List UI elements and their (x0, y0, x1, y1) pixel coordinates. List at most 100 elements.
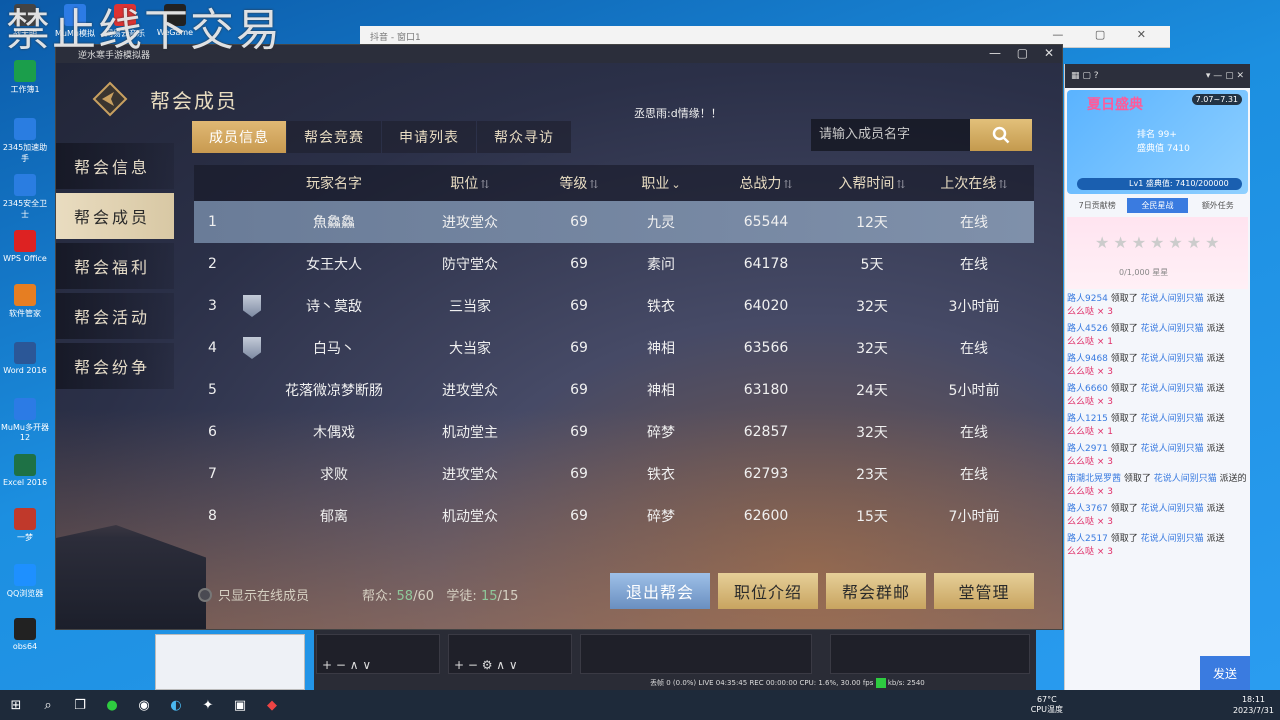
search-icon (992, 126, 1010, 144)
side-item-guild-activity[interactable]: 帮会活动 (56, 293, 174, 339)
minimize-icon[interactable]: — (989, 46, 1001, 60)
desktop-shortcut[interactable]: Word 2016 (0, 342, 50, 375)
position-intro-button[interactable]: 职位介绍 (718, 573, 818, 609)
star-icons: ★★★★★★★ (1095, 233, 1224, 252)
game-screen: 帮会成员 丞思雨:d情缘！！ 帮会信息 帮会成员 帮会福利 帮会活动 帮会纷争 … (56, 63, 1062, 629)
desktop-shortcut[interactable]: MuMu多开器12 (0, 398, 50, 442)
column-join-time[interactable]: 入帮时间 ⇅ (830, 173, 914, 193)
cell-level: 69 (570, 382, 588, 398)
cell-class: 铁衣 (647, 467, 675, 483)
app-icon[interactable]: ◆ (256, 690, 288, 720)
desktop-shortcut[interactable]: Excel 2016 (0, 454, 50, 487)
cell-joined: 5天 (860, 257, 884, 273)
edge-icon[interactable]: ◐ (160, 690, 192, 720)
desktop-shortcut[interactable]: 战天明 (0, 4, 50, 39)
desktop-shortcut[interactable]: WPS Office (0, 230, 50, 263)
table-row[interactable]: 6 木偶戏 机动堂主 69 碎梦 62857 32天 在线 (194, 411, 1034, 453)
tab-member-search[interactable]: 帮众寻访 (477, 121, 571, 153)
table-row[interactable]: 5 花落微凉梦断肠 进攻堂众 69 神相 63180 24天 5小时前 (194, 369, 1034, 411)
chat-announcement: 丞思雨:d情缘！！ (634, 107, 722, 120)
tab-star-war[interactable]: 全民星战 (1127, 198, 1188, 213)
search-icon[interactable]: ⌕ (32, 690, 64, 720)
cell-name: 求败 (320, 467, 348, 483)
table-row[interactable]: 4 白马丶 大当家 69 神相 63566 32天 在线 (194, 327, 1034, 369)
tab-guild-competition[interactable]: 帮会竞赛 (287, 121, 381, 153)
chevron-down-icon: ⌄ (671, 178, 681, 191)
obs-icon[interactable]: ◉ (128, 690, 160, 720)
event-banner[interactable]: 夏日盛典 7.07~7.31 排名 99+ 盛典值 7410 Lv1 盛典值: … (1067, 90, 1248, 194)
online-only-toggle[interactable]: 只显示在线成员 (198, 585, 309, 604)
side-item-guild-info[interactable]: 帮会信息 (56, 143, 174, 189)
side-item-guild-members[interactable]: 帮会成员 (56, 193, 174, 239)
column-player-name[interactable]: 玩家名字 (266, 173, 402, 193)
window-controls[interactable]: — ▢ ✕ (1052, 28, 1160, 41)
desktop-shortcut[interactable]: 网易云音乐 (100, 4, 150, 39)
maximize-icon[interactable]: ▢ (1017, 46, 1028, 60)
add-remove-controls[interactable]: + − ⚙ ∧ ∨ (454, 658, 518, 672)
grid-icon[interactable]: ▦ ▢ ? (1071, 71, 1099, 81)
desktop-shortcut[interactable]: 工作簿1 (0, 60, 50, 95)
desktop-shortcut[interactable]: QQ浏览器 (0, 564, 50, 599)
side-item-guild-welfare[interactable]: 帮会福利 (56, 243, 174, 289)
app-icon (14, 398, 36, 420)
emulator-titlebar[interactable]: 逆水寒手游模拟器 — ▢ ✕ (56, 45, 1062, 63)
table-row[interactable]: 2 女王大人 防守堂众 69 素问 64178 5天 在线 (194, 243, 1034, 285)
column-level[interactable]: 等级 ⇅ (538, 173, 620, 193)
desktop-shortcut[interactable]: WeGame (150, 4, 200, 37)
column-class[interactable]: 职业 ⌄ (620, 173, 702, 193)
app-icon (114, 4, 136, 26)
add-remove-controls[interactable]: + − ∧ ∨ (322, 658, 371, 672)
sort-icon: ⇅ (998, 178, 1008, 191)
column-power[interactable]: 总战力 ⇅ (702, 173, 830, 193)
row-index: 4 (208, 340, 217, 356)
cell-class: 碎梦 (647, 425, 675, 441)
guild-emblem-icon[interactable] (92, 81, 128, 117)
chat-message: 路人2971 领取了 花说人间别只猫 派送 么么哒 × 3 (1067, 444, 1225, 467)
clock[interactable]: 18:11 2023/7/31 (1233, 694, 1274, 716)
close-icon[interactable]: ✕ (1044, 46, 1054, 60)
leave-guild-button[interactable]: 退出帮会 (610, 573, 710, 609)
table-row[interactable]: 1 魚鱻鱻 进攻堂众 69 九灵 65544 12天 在线 (194, 201, 1034, 243)
member-search-input[interactable]: 请输入成员名字 (811, 119, 971, 151)
tab-application-list[interactable]: 申请列表 (382, 121, 476, 153)
cell-position: 机动堂主 (442, 425, 498, 441)
task-view-icon[interactable]: ❐ (64, 690, 96, 720)
desktop-shortcut[interactable]: MuMu模拟 (50, 4, 100, 39)
obs-transitions-panel[interactable] (830, 634, 1030, 674)
desktop-shortcut[interactable]: 2345加速助手 (0, 118, 50, 164)
wechat-icon[interactable]: ● (96, 690, 128, 720)
table-header: 玩家名字 职位 ⇅ 等级 ⇅ 职业 ⌄ 总战力 ⇅ 入帮时间 ⇅ 上次在线 ⇅ (194, 165, 1034, 201)
windows-start-icon[interactable]: ⊞ (0, 690, 32, 720)
cell-level: 69 (570, 466, 588, 482)
small-window[interactable] (155, 634, 305, 690)
shortcut-label: WPS Office (3, 254, 47, 263)
chat-list: 路人9254 领取了 花说人间别只猫 派送 么么哒 × 3 路人4526 领取了 … (1065, 291, 1250, 561)
table-row[interactable]: 8 郁离 机动堂众 69 碎梦 62600 15天 7小时前 (194, 495, 1034, 537)
tab-extra-task[interactable]: 额外任务 (1188, 198, 1248, 213)
desktop-shortcut[interactable]: 2345安全卫士 (0, 174, 50, 220)
live-stream-panel: ▦ ▢ ? ▾ — ▢ ✕ 夏日盛典 7.07~7.31 排名 99+ 盛典值 … (1064, 64, 1250, 690)
column-position[interactable]: 职位 ⇅ (402, 173, 538, 193)
cpu-temperature: 67°C CPU温度 (1030, 695, 1063, 714)
obs-audio-mixer[interactable] (580, 634, 812, 674)
desktop-shortcut[interactable]: 软件管家 (0, 284, 50, 319)
shortcut-label: QQ浏览器 (6, 589, 44, 598)
emulator-icon[interactable]: ▣ (224, 690, 256, 720)
guild-mail-button[interactable]: 帮会群邮 (826, 573, 926, 609)
game-icon[interactable]: ✦ (192, 690, 224, 720)
table-row[interactable]: 7 求败 进攻堂众 69 铁衣 62793 23天 在线 (194, 453, 1034, 495)
live-toolbar: ▦ ▢ ? ▾ — ▢ ✕ (1065, 64, 1250, 88)
hall-management-button[interactable]: 堂管理 (934, 573, 1034, 609)
table-row[interactable]: 3 诗丶莫敌 三当家 69 铁衣 64020 32天 3小时前 (194, 285, 1034, 327)
column-last-online[interactable]: 上次在线 ⇅ (914, 173, 1034, 193)
window-controls[interactable]: ▾ — ▢ ✕ (1206, 71, 1244, 81)
search-button[interactable] (970, 119, 1032, 151)
tab-7day-rank[interactable]: 7日贡献榜 (1067, 198, 1127, 213)
tab-member-info[interactable]: 成员信息 (192, 121, 286, 153)
send-button[interactable]: 发送 (1200, 656, 1250, 690)
cell-position: 进攻堂众 (442, 467, 498, 483)
side-item-guild-conflict[interactable]: 帮会纷争 (56, 343, 174, 389)
shield-badge-icon (243, 337, 261, 359)
desktop-shortcut[interactable]: obs64 (0, 618, 50, 651)
desktop-shortcut[interactable]: 一梦 (0, 508, 50, 543)
